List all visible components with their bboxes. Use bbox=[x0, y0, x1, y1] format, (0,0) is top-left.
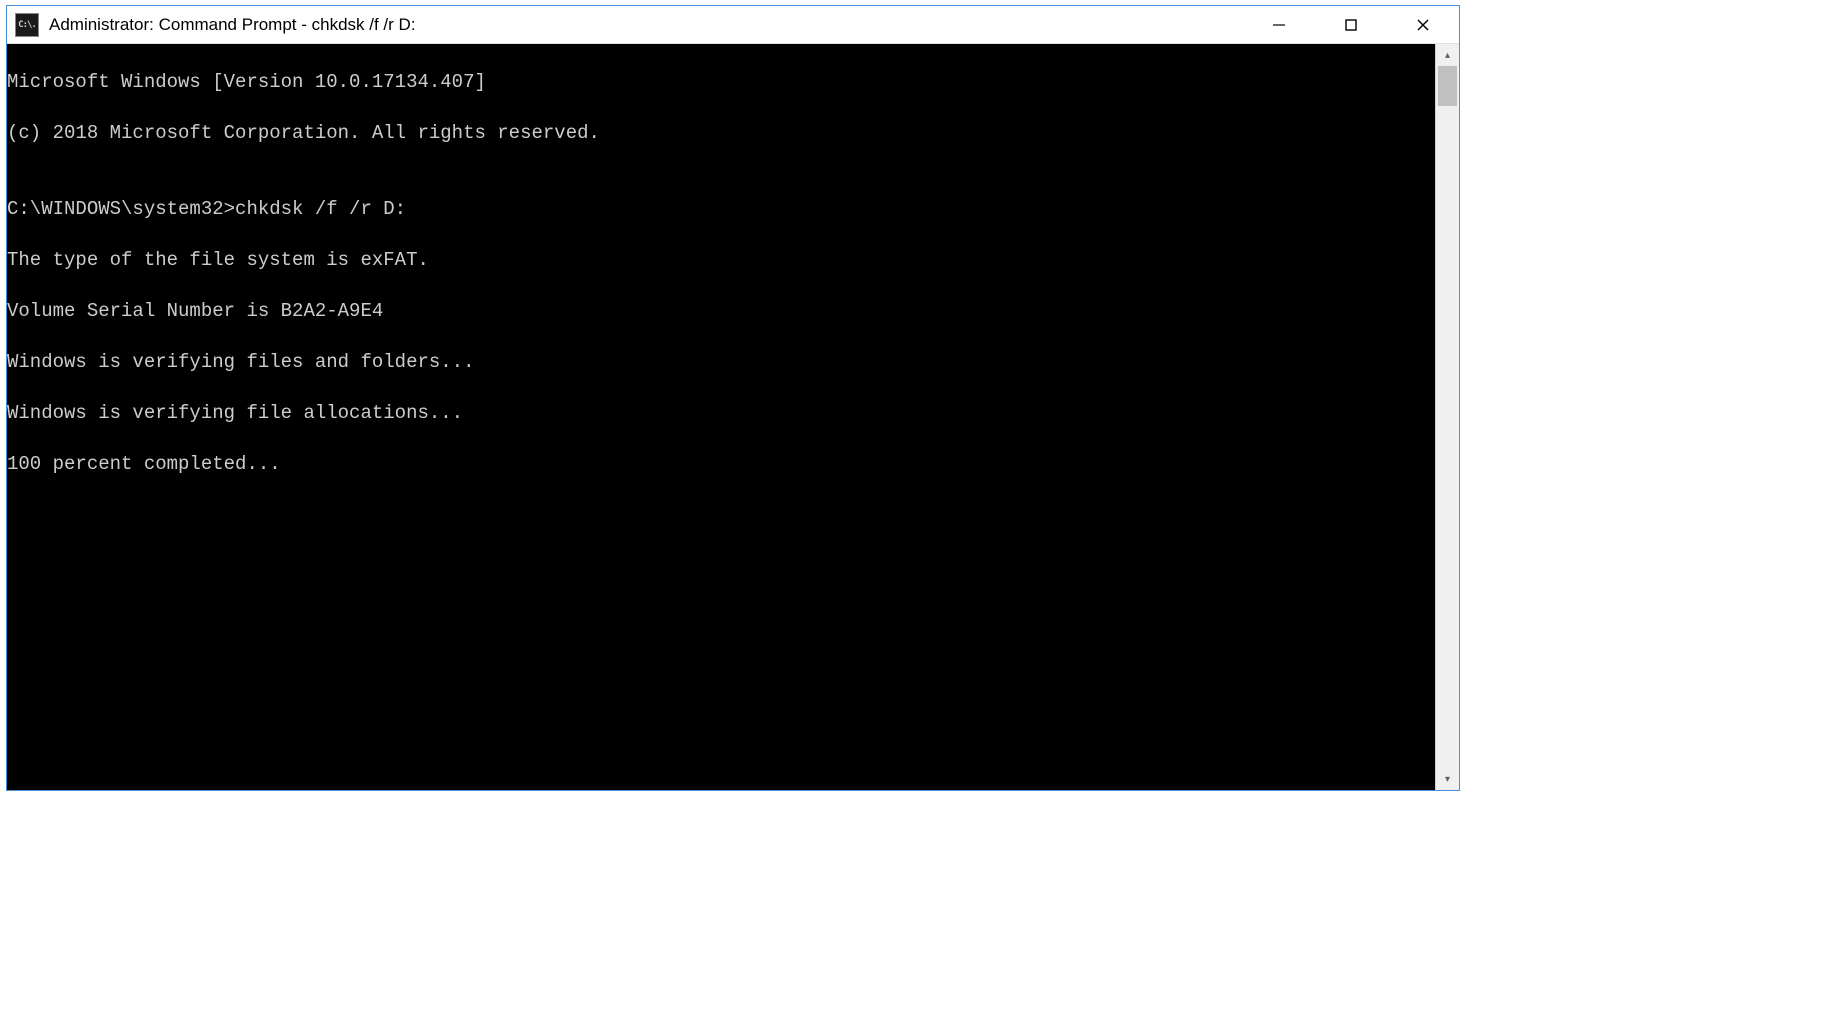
scroll-up-arrow-icon[interactable]: ▴ bbox=[1436, 44, 1459, 66]
console-line: 100 percent completed... bbox=[7, 452, 1435, 478]
console-line: Microsoft Windows [Version 10.0.17134.40… bbox=[7, 70, 1435, 96]
maximize-button[interactable] bbox=[1315, 6, 1387, 43]
cmd-icon: C:\. bbox=[15, 13, 39, 37]
console-area: Microsoft Windows [Version 10.0.17134.40… bbox=[7, 44, 1459, 790]
maximize-icon bbox=[1344, 18, 1358, 32]
scroll-down-arrow-icon[interactable]: ▾ bbox=[1436, 768, 1459, 790]
console-line: Windows is verifying files and folders..… bbox=[7, 350, 1435, 376]
close-icon bbox=[1416, 18, 1430, 32]
minimize-icon bbox=[1272, 18, 1286, 32]
close-button[interactable] bbox=[1387, 6, 1459, 43]
window-controls bbox=[1243, 6, 1459, 43]
console-line: Volume Serial Number is B2A2-A9E4 bbox=[7, 299, 1435, 325]
minimize-button[interactable] bbox=[1243, 6, 1315, 43]
scrollbar-track[interactable] bbox=[1436, 66, 1459, 768]
console-line: Windows is verifying file allocations... bbox=[7, 401, 1435, 427]
vertical-scrollbar[interactable]: ▴ ▾ bbox=[1435, 44, 1459, 790]
console-line: C:\WINDOWS\system32>chkdsk /f /r D: bbox=[7, 197, 1435, 223]
titlebar[interactable]: C:\. Administrator: Command Prompt - chk… bbox=[7, 6, 1459, 44]
console-line: The type of the file system is exFAT. bbox=[7, 248, 1435, 274]
console-output[interactable]: Microsoft Windows [Version 10.0.17134.40… bbox=[7, 44, 1435, 790]
window-title: Administrator: Command Prompt - chkdsk /… bbox=[49, 15, 1243, 35]
console-line: (c) 2018 Microsoft Corporation. All righ… bbox=[7, 121, 1435, 147]
command-prompt-window: C:\. Administrator: Command Prompt - chk… bbox=[6, 5, 1460, 791]
scrollbar-thumb[interactable] bbox=[1438, 66, 1457, 106]
